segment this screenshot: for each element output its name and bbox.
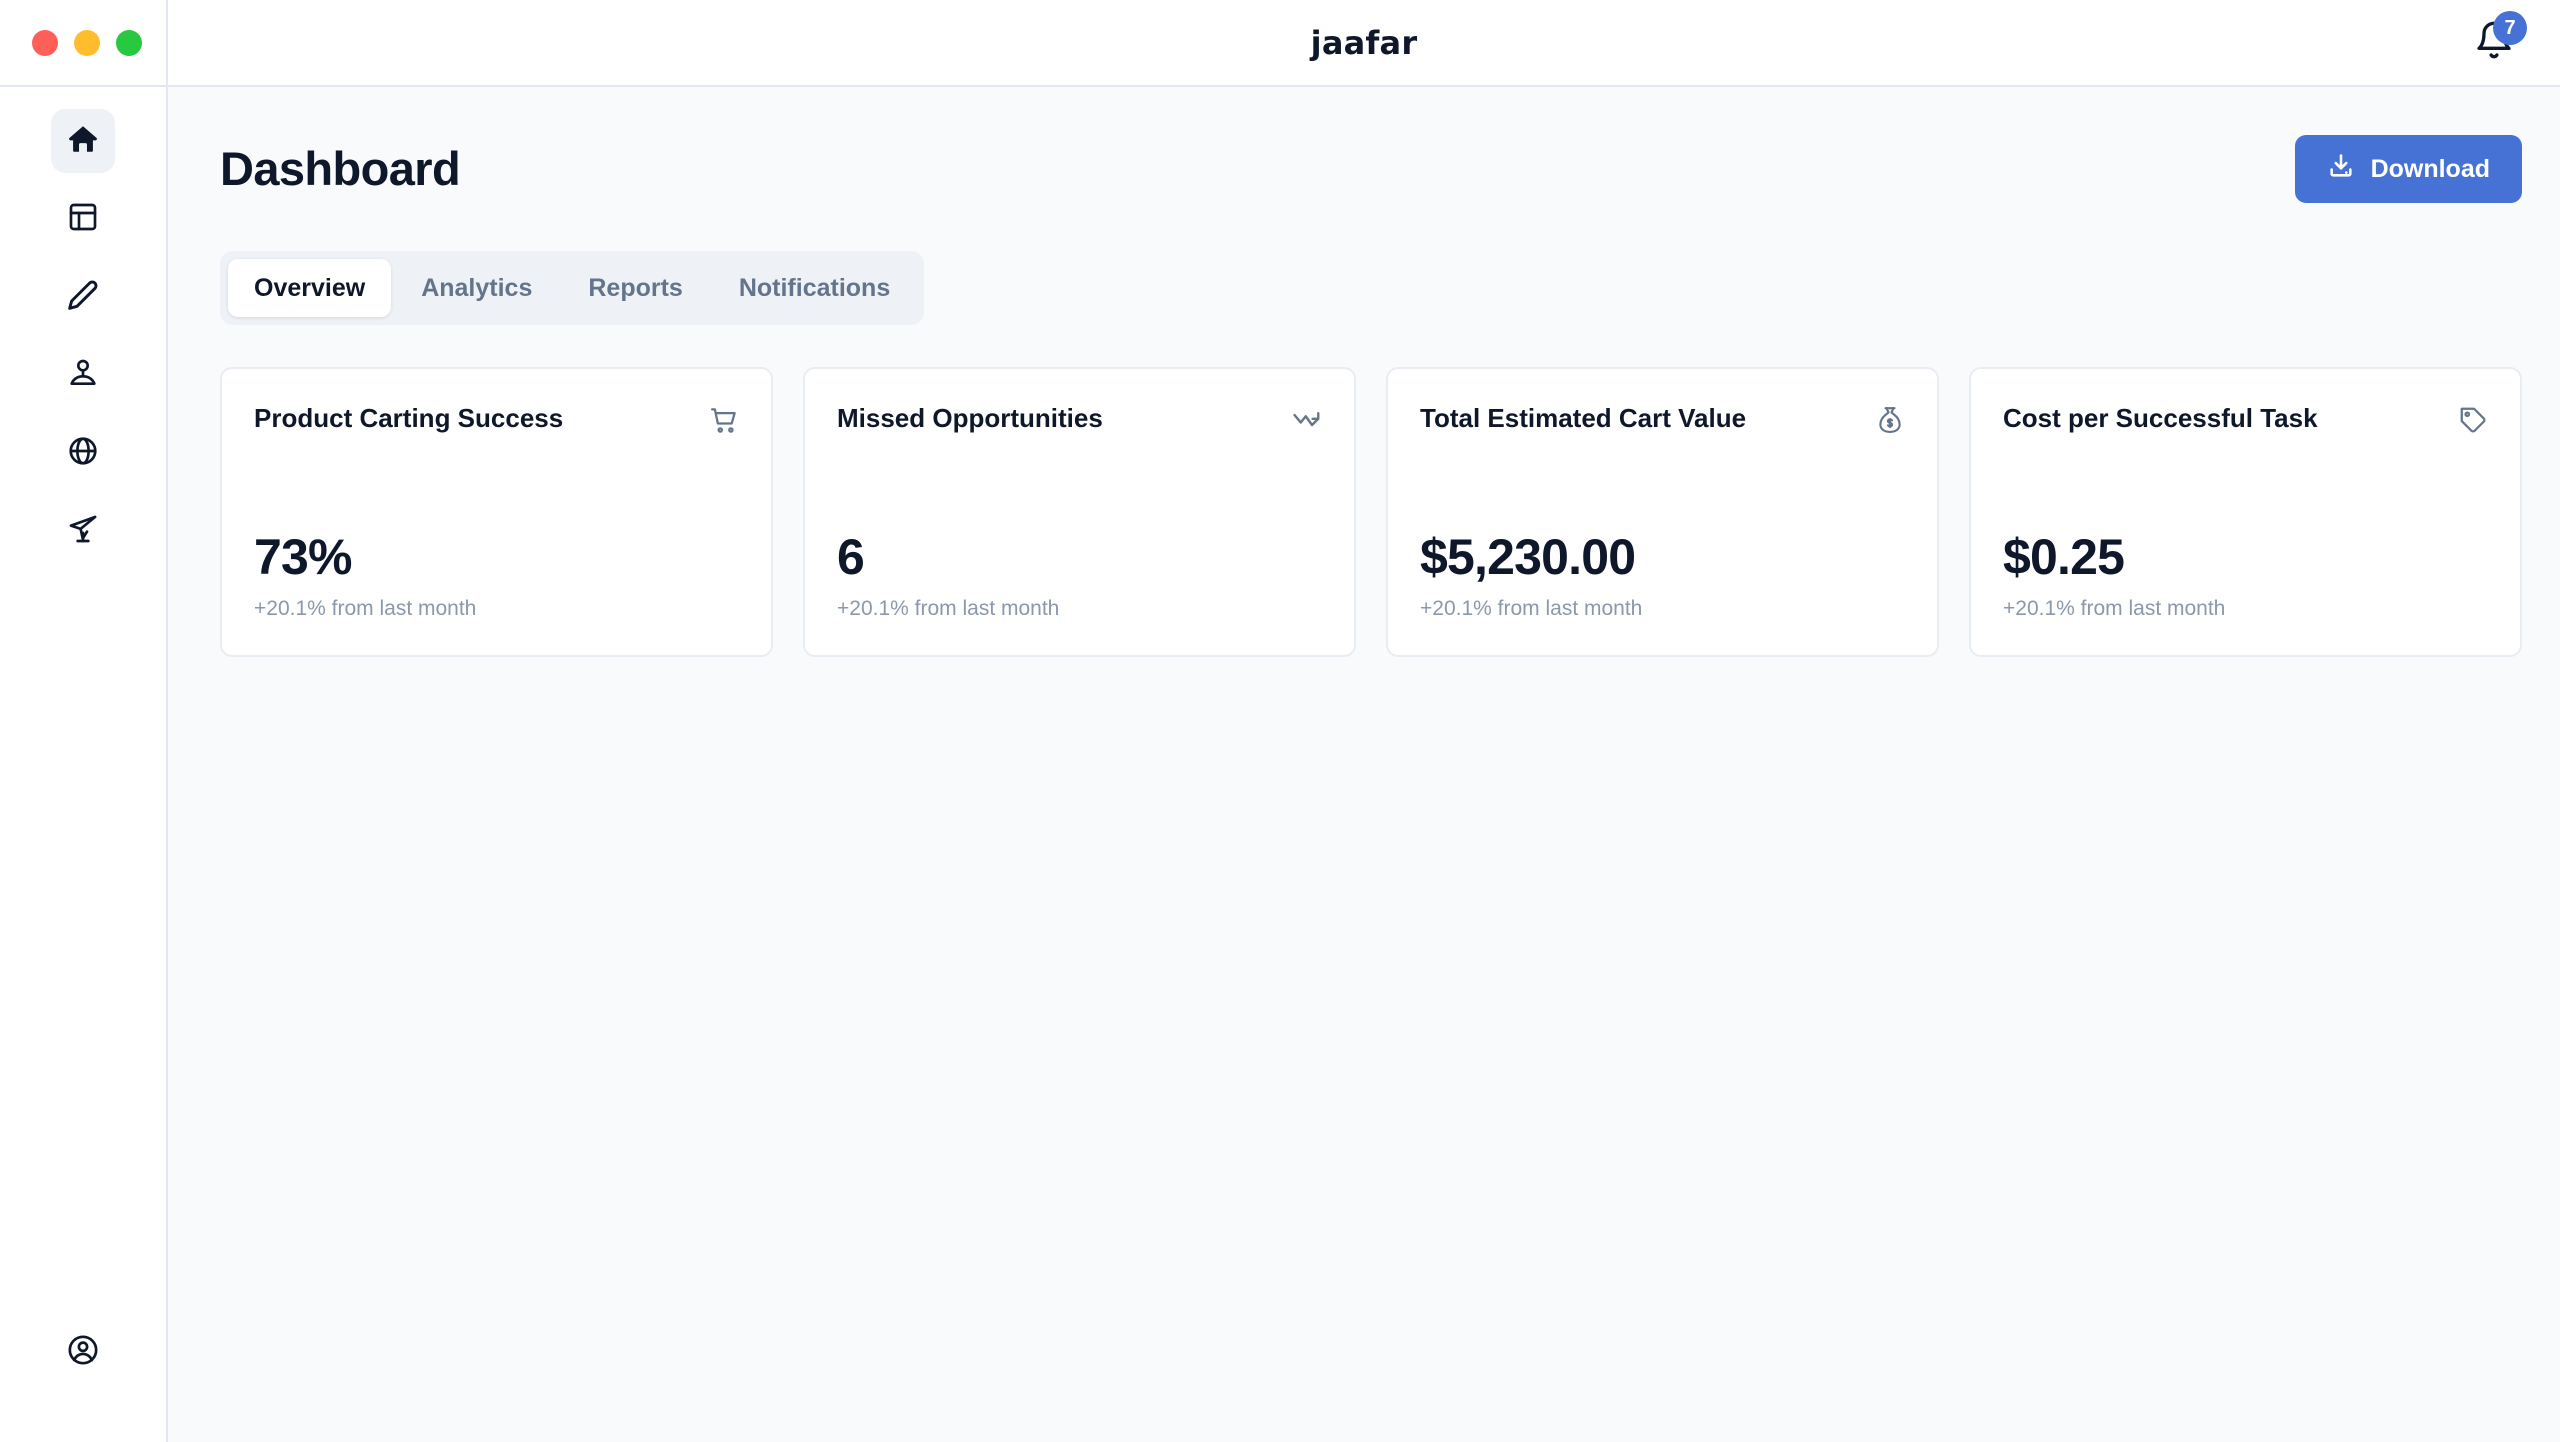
home-icon [66,122,100,161]
stat-card-total-estimated-cart-value: Total Estimated Cart Value $5,230.00 +20… [1386,367,1939,657]
trending-down-icon [1292,405,1322,435]
app-window: jaafar 7 Dashboard Download Overview Ana… [0,0,2560,1442]
card-value: 6 [837,528,865,585]
download-icon [2327,152,2355,187]
traffic-light-controls [0,0,168,85]
sidebar-item-send[interactable] [51,499,115,563]
shopping-cart-icon [709,405,739,435]
sidebar-navigation [0,87,168,1442]
card-spacer [837,435,1322,531]
stat-cards-grid: Product Carting Success 73% +20.1% from … [220,367,2522,657]
layout-panel-icon [67,201,99,238]
pencil-icon [67,279,99,316]
money-bag-icon [1875,405,1905,435]
sidebar-item-list [0,109,166,563]
paper-plane-icon [67,513,99,550]
tab-notifications[interactable]: Notifications [713,259,916,317]
app-body: Dashboard Download Overview Analytics Re… [0,87,2560,1442]
card-subtext: +20.1% from last month [837,597,1060,620]
sidebar-item-account[interactable] [51,1320,115,1384]
card-spacer [254,435,739,531]
card-header: Product Carting Success [254,403,739,435]
card-header: Missed Opportunities [837,403,1322,435]
card-header: Cost per Successful Task [2003,403,2488,435]
titlebar-center: jaafar 7 [168,0,2560,85]
sidebar-item-globe[interactable] [51,421,115,485]
card-header: Total Estimated Cart Value [1420,403,1905,435]
card-subtext: +20.1% from last month [2003,597,2226,620]
main-content: Dashboard Download Overview Analytics Re… [168,87,2560,1442]
card-title: Cost per Successful Task [2003,403,2318,433]
card-spacer [1420,435,1905,531]
minimize-window-button[interactable] [74,29,100,56]
sidebar-item-layout[interactable] [51,187,115,251]
stat-card-product-carting-success: Product Carting Success 73% +20.1% from … [220,367,773,657]
notifications-button[interactable]: 7 [2466,10,2527,71]
page-title: Dashboard [220,142,461,196]
sidebar-item-profile[interactable] [51,343,115,407]
stat-card-cost-per-successful-task: Cost per Successful Task $0.25 +20.1% fr… [1969,367,2522,657]
card-subtext: +20.1% from last month [1420,597,1643,620]
close-window-button[interactable] [32,29,58,56]
account-circle-icon [66,1333,100,1372]
card-value: 73% [254,528,352,585]
tab-overview[interactable]: Overview [228,259,392,317]
download-button-label: Download [2370,154,2490,183]
window-titlebar: jaafar 7 [0,0,2560,87]
card-title: Total Estimated Cart Value [1420,403,1747,433]
tab-analytics[interactable]: Analytics [395,259,558,317]
tab-reports[interactable]: Reports [562,259,708,317]
notification-count-badge: 7 [2493,10,2527,45]
dashboard-tabs: Overview Analytics Reports Notifications [220,251,925,325]
user-profile-icon [67,357,99,394]
card-subtext: +20.1% from last month [254,597,477,620]
card-value: $5,230.00 [1420,528,1636,585]
tag-icon [2458,405,2488,435]
globe-icon [67,435,99,472]
card-title: Missed Opportunities [837,403,1103,433]
brand-logo: jaafar [1310,23,1418,62]
sidebar-item-home[interactable] [51,109,115,173]
page-header: Dashboard Download [220,135,2522,203]
card-title: Product Carting Success [254,403,564,433]
download-button[interactable]: Download [2294,135,2522,203]
maximize-window-button[interactable] [116,29,142,56]
card-spacer [2003,435,2488,531]
stat-card-missed-opportunities: Missed Opportunities 6 +20.1% from last … [803,367,1356,657]
sidebar-item-edit[interactable] [51,265,115,329]
card-value: $0.25 [2003,528,2125,585]
